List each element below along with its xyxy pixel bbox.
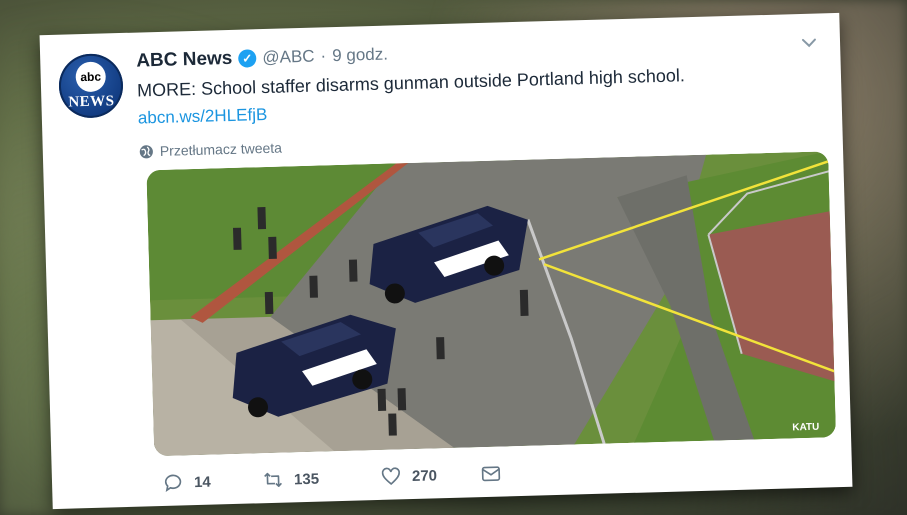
- tweet-link[interactable]: abcn.ws/2HLEfjB: [138, 105, 268, 129]
- avatar-label: NEWS: [68, 92, 115, 110]
- separator-dot: ·: [320, 46, 327, 66]
- avatar[interactable]: abc NEWS: [58, 52, 124, 119]
- media-watermark: KATU: [792, 422, 819, 434]
- globe-icon: [139, 144, 153, 158]
- reply-icon: [164, 474, 182, 492]
- retweet-count: 135: [293, 470, 320, 488]
- tweet-image[interactable]: KATU: [146, 151, 837, 457]
- dm-button[interactable]: [480, 463, 503, 486]
- chevron-down-icon[interactable]: [800, 34, 818, 52]
- avatar-logo: abc: [75, 60, 107, 92]
- reply-button[interactable]: 14: [162, 469, 263, 494]
- translate-label: Przetłumacz tweeta: [159, 139, 283, 159]
- translate-tweet[interactable]: Przetłumacz tweeta: [139, 139, 283, 160]
- like-button[interactable]: 270: [380, 463, 481, 488]
- reply-count: 14: [193, 473, 211, 491]
- like-icon: [381, 467, 400, 486]
- author-handle[interactable]: @ABC: [262, 47, 315, 68]
- tweet-text: MORE: School staffer disarms gunman outs…: [136, 65, 686, 101]
- tweet-header: ABC News ✓ @ABC · 9 godz.: [136, 44, 388, 73]
- tweet-actions: 14 135 270: [162, 463, 502, 494]
- dm-icon: [481, 466, 501, 482]
- verified-badge-icon: ✓: [238, 49, 257, 68]
- tweet-card: abc NEWS ABC News ✓ @ABC · 9 godz. MORE:…: [39, 12, 853, 510]
- tweet-time[interactable]: 9 godz.: [332, 45, 388, 67]
- author-name[interactable]: ABC News: [136, 48, 233, 73]
- like-count: 270: [411, 466, 438, 485]
- retweet-icon: [264, 472, 282, 488]
- retweet-button[interactable]: 135: [262, 466, 381, 491]
